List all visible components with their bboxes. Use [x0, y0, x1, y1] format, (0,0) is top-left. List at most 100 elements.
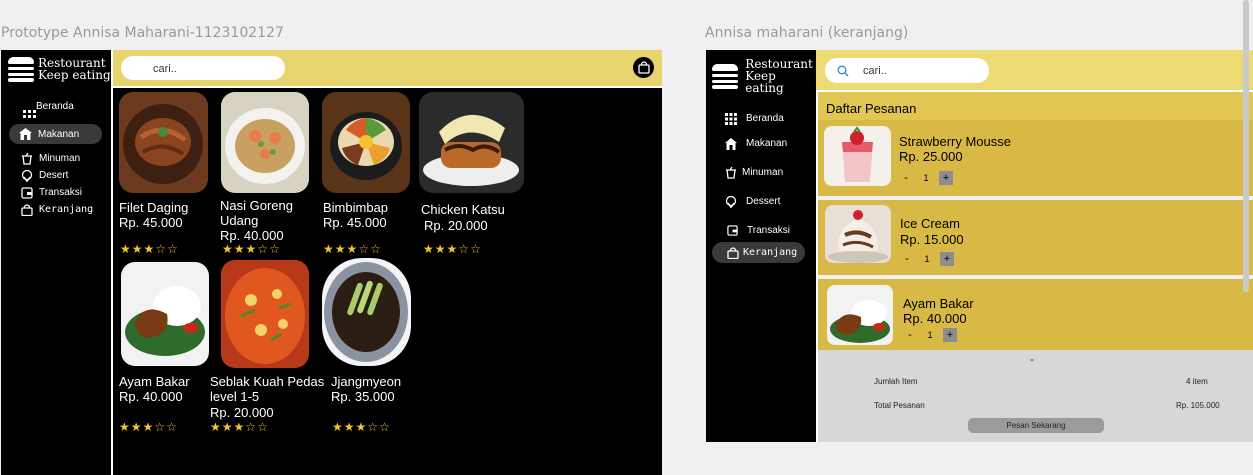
menu-card[interactable]: Bimbimbap Rp. 45.000 ★★★☆☆ [322, 92, 412, 262]
quantity-stepper: - 1 + [900, 252, 954, 266]
star-icon: ☆ [257, 242, 270, 256]
decrease-button[interactable]: - [899, 171, 913, 185]
star-icon: ★ [343, 420, 356, 434]
search-placeholder: cari.. [153, 63, 177, 75]
cart-screen: Restourant Keep eating Beranda Makanan M… [706, 50, 1253, 442]
grid-icon [724, 112, 737, 125]
search-icon [837, 65, 849, 77]
sidebar-item-beranda[interactable]: Beranda [724, 112, 784, 125]
menu-card[interactable]: Seblak Kuah Pedas level 1-5 Rp. 20.000 ★… [209, 260, 327, 442]
sidebar-item-transaksi[interactable]: Transaksi [726, 224, 790, 237]
star-icon: ☆ [370, 242, 382, 256]
star-icon: ★ [119, 420, 131, 434]
sidebar-item-beranda[interactable]: Beranda [23, 101, 74, 119]
restaurant-logo[interactable]: Restourant Keep eating [712, 58, 816, 94]
increase-button[interactable]: + [939, 171, 953, 185]
food-name: Ayam Bakar [119, 374, 190, 389]
quantity-value[interactable]: 1 [913, 171, 939, 185]
star-icon: ★ [446, 242, 459, 256]
menu-card[interactable]: Filet Daging Rp. 45.000 ★★★☆☆ [119, 92, 211, 262]
star-icon: ☆ [470, 242, 482, 256]
food-price: Rp. 45.000 [323, 215, 387, 230]
bag-icon [726, 246, 739, 259]
star-icon: ★ [210, 420, 222, 434]
food-name: Nasi Goreng Udang [220, 198, 293, 228]
sidebar-item-transaksi[interactable]: Transaksi [20, 186, 82, 199]
home-icon [724, 137, 737, 150]
star-icon: ★ [233, 242, 246, 256]
star-icon: ★ [222, 242, 234, 256]
restaurant-logo[interactable]: Restourant Keep eating [8, 56, 111, 82]
sidebar-item-makanan[interactable]: Makanan [9, 124, 102, 144]
food-price: Rp. 40.000 [119, 389, 183, 404]
header-divider [816, 90, 1253, 92]
sidebar-item-makanan[interactable]: Makanan [724, 137, 787, 150]
order-item-price: Rp. 40.000 [903, 311, 967, 326]
quantity-value[interactable]: 1 [914, 252, 940, 266]
bag-icon [637, 61, 650, 74]
star-icon: ☆ [379, 420, 391, 434]
burger-logo-icon [8, 56, 34, 82]
collapse-handle[interactable]: - [1030, 352, 1034, 366]
sidebar-item-keranjang[interactable]: Keranjang [712, 242, 805, 263]
decrease-button[interactable]: - [903, 328, 917, 342]
food-image-ice-cream [825, 205, 891, 263]
sidebar-item-keranjang[interactable]: Keranjang [20, 203, 93, 216]
dessert-icon [20, 169, 33, 182]
sidebar-item-minuman[interactable]: Minuman [20, 152, 80, 165]
cart-button[interactable] [633, 57, 654, 78]
menu-card[interactable]: Nasi Goreng Udang Rp. 40.000 ★★★☆☆ [219, 92, 311, 262]
search-input[interactable]: cari.. [121, 56, 285, 80]
menu-card[interactable]: Chicken Katsu Rp. 20.000 ★★★☆☆ [419, 92, 529, 262]
order-now-button[interactable]: Pesan Sekarang [968, 418, 1104, 433]
order-item: Strawberry Mousse Rp. 25.000 - 1 + [818, 120, 1253, 196]
bag-icon [20, 203, 33, 216]
sidebar-item-label: Transaksi [747, 225, 790, 236]
rating-stars: ★★★☆☆ [323, 242, 382, 256]
star-icon: ★ [423, 242, 435, 256]
page-title: Daftar Pesanan [826, 101, 917, 116]
order-item-name: Ayam Bakar [903, 296, 974, 311]
dessert-icon [724, 195, 737, 208]
grid-icon [23, 106, 36, 119]
frame-title-right: Annisa maharani (keranjang) [705, 25, 909, 41]
decrease-button[interactable]: - [900, 252, 914, 266]
sidebar-item-label: Beranda [36, 101, 74, 112]
star-icon: ☆ [367, 420, 380, 434]
menu-card[interactable]: Ayam Bakar Rp. 40.000 ★★★☆☆ [119, 262, 211, 442]
increase-button[interactable]: + [943, 328, 957, 342]
order-item: Ice Cream Rp. 15.000 - 1 + [818, 200, 1253, 275]
food-name: Seblak Kuah Pedas level 1-5 [210, 374, 325, 404]
food-price: Rp. 35.000 [331, 389, 395, 404]
food-name: Filet Daging [119, 200, 189, 215]
wallet-icon [20, 186, 33, 199]
increase-button[interactable]: + [940, 252, 954, 266]
sidebar-item-desert[interactable]: Desert [20, 169, 68, 182]
star-icon: ★ [131, 242, 144, 256]
star-icon: ★ [143, 242, 156, 256]
star-icon: ☆ [358, 242, 371, 256]
star-icon: ★ [245, 242, 258, 256]
sidebar-item-minuman[interactable]: Minuman [724, 166, 783, 179]
star-icon: ☆ [166, 420, 178, 434]
total-label: Total Pesanan [874, 401, 925, 410]
sidebar-item-label: Minuman [39, 153, 81, 164]
quantity-stepper: - 1 + [899, 171, 953, 185]
sidebar: Restourant Keep eating Beranda Makanan M… [1, 50, 113, 475]
total-value: Rp. 105.000 [1176, 401, 1220, 410]
star-icon: ★ [334, 242, 347, 256]
sidebar-divider [111, 50, 113, 475]
star-icon: ★ [355, 420, 368, 434]
search-input[interactable]: cari.. [825, 58, 989, 83]
menu-card[interactable]: Jjangmyeon Rp. 35.000 ★★★☆☆ [322, 258, 414, 442]
food-image-seblak-kuah-pedas [221, 260, 309, 368]
star-icon: ☆ [245, 420, 258, 434]
star-icon: ★ [434, 242, 447, 256]
quantity-value[interactable]: 1 [917, 328, 943, 342]
sidebar-item-dessert[interactable]: Dessert [724, 195, 780, 208]
food-image-nasi-goreng-udang [221, 92, 309, 193]
star-icon: ★ [346, 242, 359, 256]
scrollbar[interactable] [1243, 0, 1249, 292]
logo-tagline: Keep eating [38, 68, 111, 82]
rating-stars: ★★★☆☆ [120, 242, 179, 256]
